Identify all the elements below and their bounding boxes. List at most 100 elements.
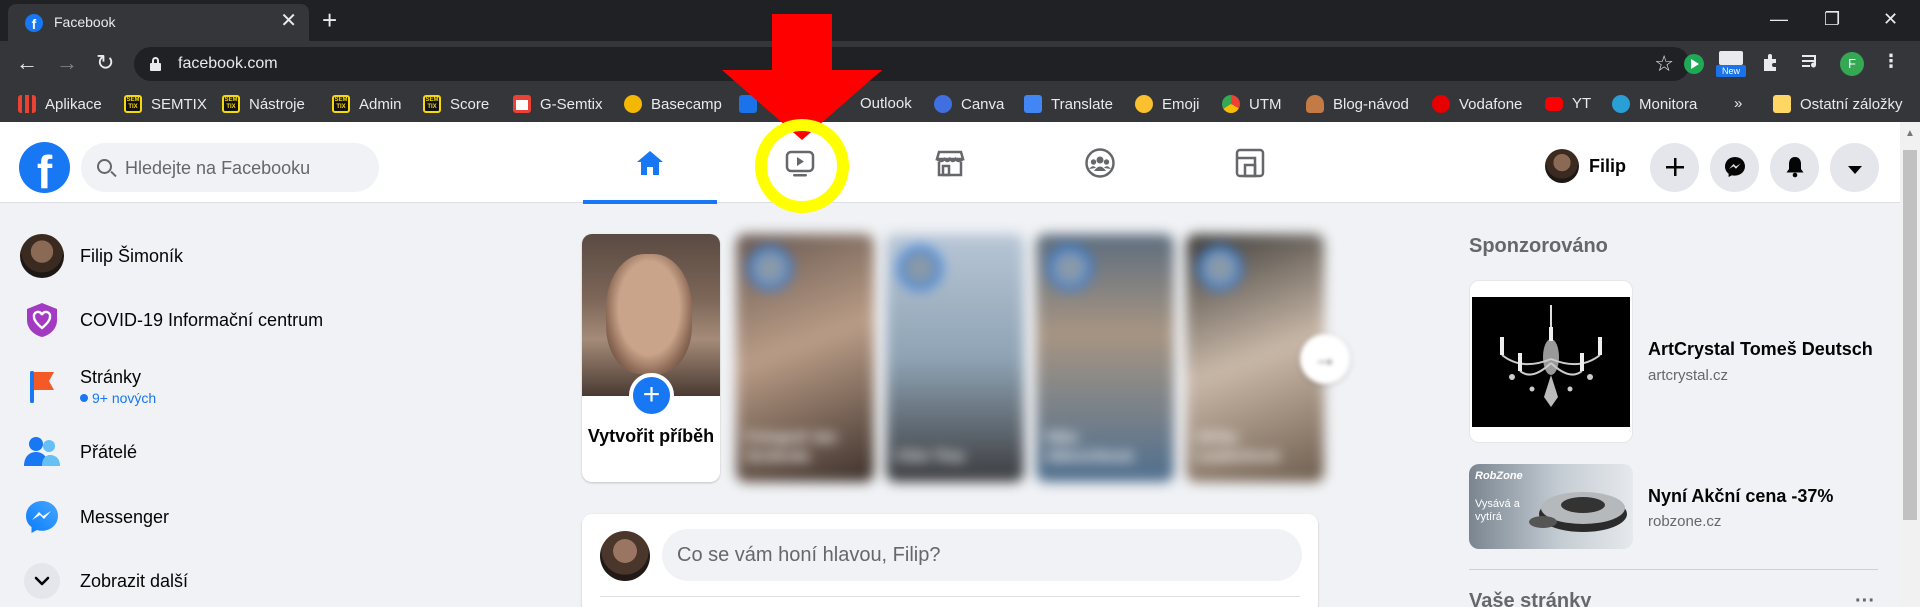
translate-icon xyxy=(1024,95,1042,113)
extension-play-icon[interactable] xyxy=(1683,53,1705,80)
annotation-yellow-circle xyxy=(755,119,849,213)
back-icon[interactable]: ← xyxy=(16,49,38,77)
chevron-down-icon xyxy=(24,563,60,599)
sidebar-item-label: COVID-19 Informační centrum xyxy=(80,309,324,330)
groups-icon xyxy=(1085,148,1115,178)
svg-text:New: New xyxy=(1722,66,1741,76)
sidebar-item-friends[interactable]: Přátelé xyxy=(20,430,137,474)
emoji-icon xyxy=(1135,95,1153,113)
browser-tab[interactable]: f Facebook ✕ xyxy=(8,4,309,41)
sidebar-item-see-more[interactable]: Zobrazit další xyxy=(20,559,188,603)
ad-image-chandelier[interactable] xyxy=(1469,280,1633,443)
bookmark-label: Basecamp xyxy=(651,95,722,113)
reload-icon[interactable]: ↻ xyxy=(96,49,114,77)
bookmark-item[interactable]: UTM xyxy=(1222,95,1282,113)
notifications-button[interactable] xyxy=(1770,143,1819,192)
messenger-button[interactable] xyxy=(1710,143,1759,192)
more-options-icon[interactable]: ··· xyxy=(1855,590,1875,607)
ad-title[interactable]: ArtCrystal Tomeš Deutsch xyxy=(1648,339,1873,360)
extensions-puzzle-icon[interactable] xyxy=(1760,51,1782,78)
bookmark-item[interactable]: Emoji xyxy=(1135,95,1200,113)
stories-next-arrow-icon[interactable]: → xyxy=(1300,334,1350,384)
tab-marketplace[interactable] xyxy=(883,122,1017,203)
bookmark-item[interactable]: Vodafone xyxy=(1432,95,1522,113)
youtube-icon xyxy=(1545,96,1563,111)
story-author: Fotograf Jan Svoboda xyxy=(746,429,837,465)
story-card[interactable]: Fotograf Jan Svoboda xyxy=(736,234,874,482)
avatar xyxy=(1198,246,1242,290)
address-bar[interactable]: facebook.com ☆ xyxy=(134,47,1690,81)
bookmark-item[interactable]: SEM TIX SEMTIX xyxy=(124,95,207,113)
sidebar-item-covid[interactable]: COVID-19 Informační centrum xyxy=(20,298,323,342)
close-tab-icon[interactable]: ✕ xyxy=(280,11,297,31)
composer-input[interactable]: Co se vám honí hlavou, Filip? xyxy=(662,529,1302,581)
browser-menu-icon[interactable]: ⋮ xyxy=(1882,51,1900,72)
bookmarks-overflow[interactable]: » xyxy=(1734,95,1742,112)
bookmark-item[interactable]: SEM TIX Admin xyxy=(332,95,402,113)
media-queue-icon[interactable] xyxy=(1800,51,1822,78)
bookmark-item[interactable]: Monitora xyxy=(1612,95,1697,113)
blog-icon xyxy=(1306,95,1324,113)
tab-home[interactable] xyxy=(583,122,717,204)
tab-title: Facebook xyxy=(54,14,116,30)
semtix-icon: SEM TIX xyxy=(332,95,350,113)
bookmark-item[interactable]: YT xyxy=(1545,95,1591,112)
facebook-logo-icon[interactable]: f xyxy=(19,142,70,193)
story-author: Nika Albrechtová xyxy=(1046,429,1133,465)
sidebar-item-pages[interactable]: Stránky 9+ nových xyxy=(20,364,156,408)
bookmark-label: Aplikace xyxy=(45,95,102,113)
bookmark-item[interactable]: Canva xyxy=(934,95,1004,113)
covid-shield-icon xyxy=(27,303,57,337)
friends-icon xyxy=(24,437,60,466)
bookmark-item[interactable]: Aplikace xyxy=(18,95,102,113)
bookmark-item[interactable]: G-Semtix xyxy=(513,95,603,113)
bookmark-item[interactable]: SEM TIX Nástroje xyxy=(222,95,305,113)
home-icon xyxy=(637,151,663,175)
create-button[interactable] xyxy=(1650,143,1699,192)
story-card[interactable]: Chin Tina xyxy=(886,234,1024,482)
bookmark-label: Emoji xyxy=(1162,95,1200,113)
sidebar-item-profile[interactable]: Filip Šimoník xyxy=(20,234,183,278)
sidebar-item-label: Stránky xyxy=(80,366,142,387)
search-input[interactable]: Hledejte na Facebooku xyxy=(81,143,379,192)
bookmark-item[interactable]: Translate xyxy=(1024,95,1113,113)
forward-icon[interactable]: → xyxy=(56,49,78,77)
bookmark-star-icon[interactable]: ☆ xyxy=(1654,51,1674,77)
ad-image-robzone[interactable]: RobZone Vysává a vytírá xyxy=(1469,464,1633,549)
ad-domain: robzone.cz xyxy=(1648,513,1722,530)
story-card[interactable]: Nika Albrechtová xyxy=(1036,234,1174,482)
tab-groups[interactable] xyxy=(1033,122,1167,203)
avatar xyxy=(20,234,64,278)
avatar xyxy=(898,246,942,290)
tab-gaming[interactable] xyxy=(1183,122,1317,203)
page-scrollbar[interactable]: ▲ xyxy=(1900,122,1920,607)
bookmark-item[interactable]: Basecamp xyxy=(624,95,722,113)
browser-profile-avatar[interactable]: F xyxy=(1840,52,1864,76)
bookmark-label: Blog-návod xyxy=(1333,95,1409,113)
close-window-icon[interactable]: ✕ xyxy=(1883,6,1898,32)
avatar xyxy=(1048,246,1092,290)
sidebar-item-messenger[interactable]: Messenger xyxy=(20,495,169,539)
account-menu-button[interactable] xyxy=(1830,143,1879,192)
ad-title[interactable]: Nyní Akční cena -37% xyxy=(1648,486,1833,507)
profile-name: Filip xyxy=(1589,155,1626,176)
gaming-icon xyxy=(1235,148,1265,178)
extension-new-icon[interactable]: New xyxy=(1716,49,1746,84)
profile-chip[interactable]: Filip xyxy=(1545,148,1626,184)
new-tab-icon[interactable]: + xyxy=(322,6,337,34)
create-story-card[interactable]: + Vytvořit příběh xyxy=(582,234,720,482)
plus-icon xyxy=(1665,158,1684,176)
lock-icon xyxy=(150,57,161,71)
scroll-up-arrow-icon[interactable]: ▲ xyxy=(1900,128,1920,139)
bookmark-item[interactable]: Blog-návod xyxy=(1306,95,1409,113)
minimize-icon[interactable]: — xyxy=(1770,6,1788,32)
facebook-favicon-icon: f xyxy=(25,14,43,32)
bookmark-item[interactable]: SEM TIX Score xyxy=(423,95,489,113)
browser-tabstrip: f Facebook ✕ + — ❐ ✕ xyxy=(0,0,1920,41)
story-author: Chin Tina xyxy=(896,448,965,465)
composer-placeholder: Co se vám honí hlavou, Filip? xyxy=(677,544,941,566)
other-bookmarks[interactable]: Ostatní záložky xyxy=(1773,95,1903,113)
scrollbar-thumb[interactable] xyxy=(1903,150,1917,520)
restore-icon[interactable]: ❐ xyxy=(1824,6,1840,32)
bookmark-label: SEMTIX xyxy=(151,95,207,113)
